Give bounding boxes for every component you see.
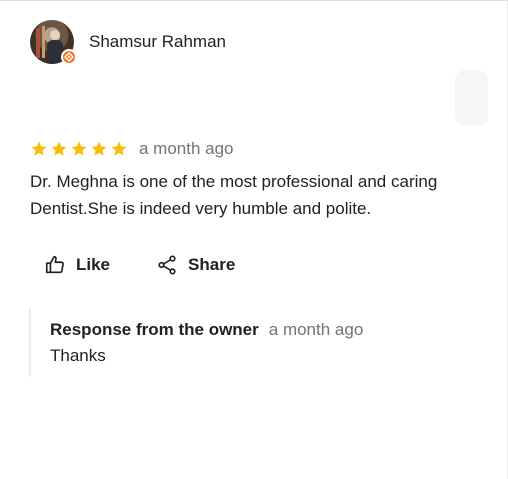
reviewer-header: Shamsur Rahman [30,20,226,65]
owner-response-text: Thanks [50,346,106,365]
thumbs-up-icon [45,255,64,274]
owner-response-title: Response from the owner [50,320,259,339]
review-text: Dr. Meghna is one of the most profession… [30,172,438,218]
share-button[interactable]: Share [156,254,235,276]
star-rating [30,140,128,158]
review-actions: Like Share [44,254,235,276]
avatar[interactable] [30,20,77,65]
local-guide-badge-icon [61,49,77,65]
more-options-placeholder [455,70,488,126]
star-icon [51,141,67,156]
like-button[interactable]: Like [44,254,110,276]
star-icon [91,141,107,156]
star-icon [111,141,127,156]
rating-row: a month ago [30,139,234,159]
reviewer-name[interactable]: Shamsur Rahman [89,32,226,52]
top-divider [0,0,508,1]
like-label: Like [76,255,111,274]
star-icon [31,141,47,156]
owner-response-date: a month ago [268,320,364,339]
owner-response-header: Response from the owner a month ago [50,320,469,340]
share-icon [158,255,176,275]
review-date: a month ago [139,139,234,158]
owner-response: Response from the owner a month ago Than… [29,309,469,377]
star-icon [71,141,87,156]
share-label: Share [188,255,236,274]
